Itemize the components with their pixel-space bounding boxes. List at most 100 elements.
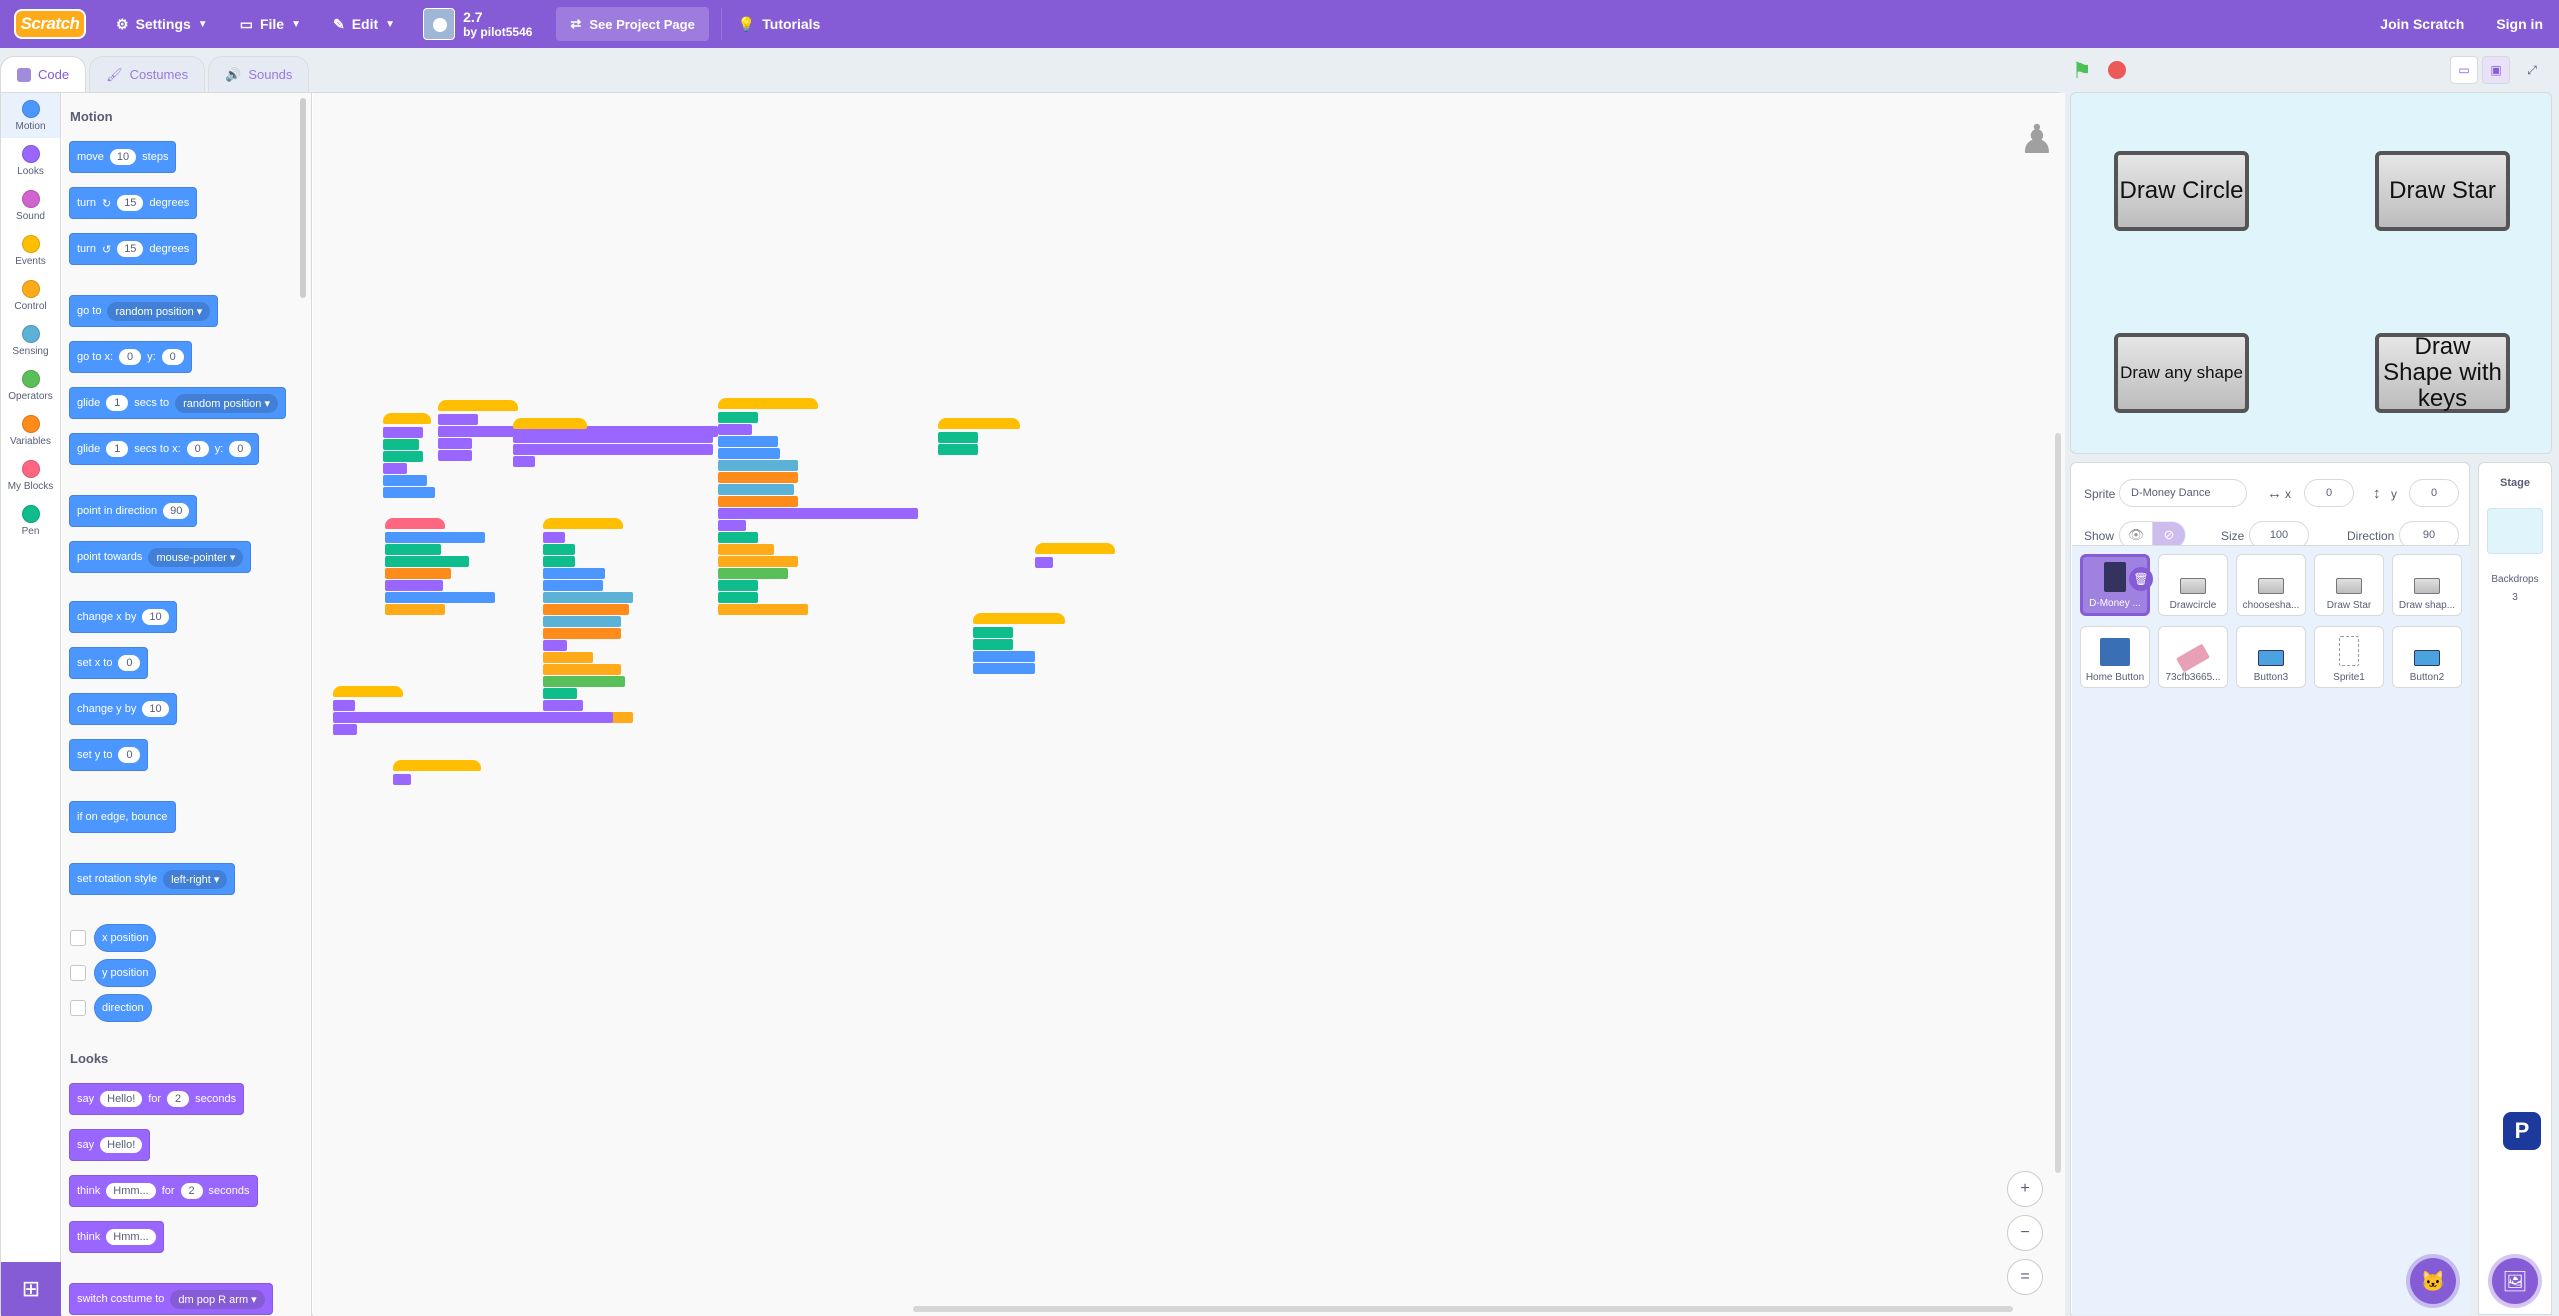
switch-costume-block[interactable]: switch costume to dm pop R arm ▾ [69, 1283, 273, 1315]
seconds-input[interactable]: 2 [167, 1091, 190, 1107]
y-input[interactable]: 0 [161, 349, 184, 365]
script-block[interactable] [718, 412, 758, 423]
category-pen[interactable]: Pen [1, 498, 60, 543]
draw-circle-sprite[interactable]: Draw Circle [2114, 151, 2249, 231]
script-block[interactable] [333, 700, 355, 711]
settings-menu[interactable]: ⚙ Settings ▼ [100, 0, 224, 48]
secs-input[interactable]: 1 [106, 395, 129, 411]
y-input[interactable]: 0 [118, 747, 141, 763]
script-block[interactable] [385, 544, 441, 555]
seconds-input[interactable]: 2 [180, 1183, 203, 1199]
script-block[interactable] [385, 532, 485, 543]
sign-in-link[interactable]: Sign in [2480, 0, 2559, 48]
script-block[interactable] [973, 663, 1035, 674]
script-block[interactable] [938, 418, 1020, 429]
x-input[interactable]: 0 [118, 655, 141, 671]
set-x-block[interactable]: set x to 0 [69, 647, 149, 679]
rotation-style-block[interactable]: set rotation style left-right ▾ [69, 863, 236, 895]
direction-reporter[interactable]: direction [94, 994, 152, 1022]
script-block[interactable] [543, 652, 593, 663]
script-block[interactable] [938, 432, 978, 443]
script-block[interactable] [973, 651, 1035, 662]
script-block[interactable] [938, 444, 978, 455]
tutorials-button[interactable]: 💡 Tutorials [722, 0, 837, 48]
script-block[interactable] [718, 568, 788, 579]
script-block[interactable] [718, 592, 758, 603]
script-block[interactable] [393, 760, 481, 771]
script-block[interactable] [718, 448, 780, 459]
x-input[interactable]: 0 [2304, 479, 2354, 507]
script-block[interactable] [543, 580, 603, 591]
choose-backdrop-button[interactable]: 🖼 [2492, 1258, 2538, 1304]
script-block[interactable] [438, 438, 472, 449]
x-position-reporter[interactable]: x position [94, 924, 157, 952]
point-in-direction-block[interactable]: point in direction 90 [69, 495, 198, 527]
file-menu[interactable]: ▭ File ▼ [224, 0, 317, 48]
green-flag-button[interactable]: ⚑ [2072, 58, 2092, 84]
category-sound[interactable]: Sound [1, 183, 60, 228]
set-y-block[interactable]: set y to 0 [69, 739, 149, 771]
script-block[interactable] [1035, 557, 1053, 568]
script-block[interactable] [718, 556, 798, 567]
x-input[interactable]: 0 [186, 441, 209, 457]
tab-code[interactable]: Code [0, 56, 87, 92]
script-block[interactable] [718, 398, 818, 409]
sprite-tile[interactable]: Draw Star [2314, 554, 2384, 616]
script-block[interactable] [718, 580, 758, 591]
script-block[interactable] [543, 640, 567, 651]
category-variables[interactable]: Variables [1, 408, 60, 453]
category-sensing[interactable]: Sensing [1, 318, 60, 363]
x-input[interactable]: 10 [142, 609, 169, 625]
change-y-block[interactable]: change y by 10 [69, 693, 177, 725]
y-input[interactable]: 10 [142, 701, 169, 717]
degrees-input[interactable]: 15 [117, 241, 144, 257]
sprite-tile[interactable]: Button3 [2236, 626, 2306, 688]
glide-block[interactable]: glide 1 secs to random position ▾ [69, 387, 286, 419]
category-operators[interactable]: Operators [1, 363, 60, 408]
script-block[interactable] [385, 592, 495, 603]
choose-sprite-button[interactable]: 🐱 [2410, 1258, 2456, 1304]
message-input[interactable]: Hello! [100, 1137, 143, 1153]
x-position-checkbox[interactable] [70, 930, 86, 946]
stage-selector[interactable]: Stage Backdrops 3 [2478, 462, 2552, 1315]
go-to-block[interactable]: go to random position ▾ [69, 295, 219, 327]
script-block[interactable] [543, 556, 575, 567]
say-block[interactable]: say Hello! [69, 1129, 151, 1161]
secs-input[interactable]: 1 [106, 441, 129, 457]
script-block[interactable] [718, 544, 774, 555]
script-block[interactable] [973, 627, 1013, 638]
degrees-input[interactable]: 15 [117, 195, 144, 211]
join-scratch-link[interactable]: Join Scratch [2364, 0, 2480, 48]
p-extension-icon[interactable]: P [2503, 1112, 2541, 1150]
script-block[interactable] [718, 460, 798, 471]
go-to-dropdown[interactable]: random position ▾ [107, 301, 211, 321]
script-block[interactable] [438, 414, 478, 425]
tab-costumes[interactable]: 🖌 Costumes [89, 56, 206, 92]
script-block[interactable] [973, 613, 1065, 624]
sprite-tile[interactable]: 73cfb3665... [2158, 626, 2228, 688]
zoom-in-button[interactable]: + [2007, 1171, 2043, 1207]
tab-sounds[interactable]: 🔊 Sounds [208, 56, 310, 92]
sprite-tile[interactable]: Home Button [2080, 626, 2150, 688]
draw-shape-with-keys-sprite[interactable]: Draw Shape with keys [2375, 333, 2510, 413]
script-block[interactable] [718, 496, 798, 507]
rotation-style-dropdown[interactable]: left-right ▾ [163, 869, 228, 889]
sprite-tile[interactable]: Drawcircle [2158, 554, 2228, 616]
glide-dropdown[interactable]: random position ▾ [175, 393, 278, 413]
message-input[interactable]: Hmm... [106, 1183, 156, 1199]
edit-menu[interactable]: ✎ Edit ▼ [317, 0, 411, 48]
glide-xy-block[interactable]: glide 1 secs to x: 0 y: 0 [69, 433, 260, 465]
zoom-reset-button[interactable]: = [2007, 1259, 2043, 1295]
y-position-checkbox[interactable] [70, 965, 86, 981]
script-block[interactable] [1035, 543, 1115, 554]
vertical-scrollbar[interactable] [2055, 433, 2061, 1173]
script-block[interactable] [513, 418, 587, 429]
move-steps-block[interactable]: move 10 steps [69, 141, 177, 173]
category-my-blocks[interactable]: My Blocks [1, 453, 60, 498]
stage-thumbnail[interactable] [2487, 508, 2543, 554]
category-looks[interactable]: Looks [1, 138, 60, 183]
sprite-name-input[interactable]: D-Money Dance [2119, 479, 2247, 507]
script-area[interactable]: ♟ + − = [313, 93, 2065, 1316]
change-x-block[interactable]: change x by 10 [69, 601, 177, 633]
script-block[interactable] [718, 472, 798, 483]
